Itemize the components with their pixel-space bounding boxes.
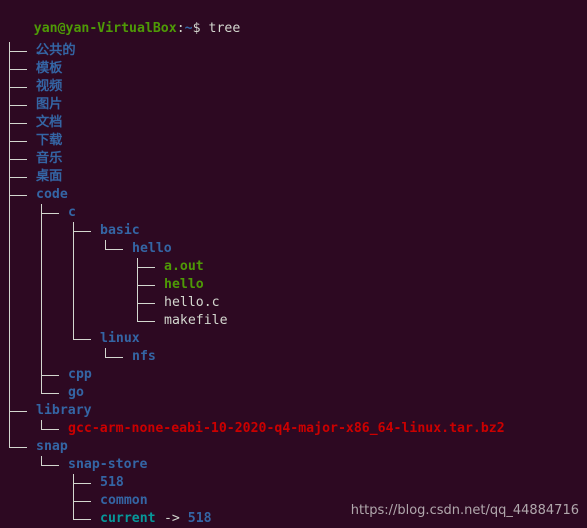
- prompt-separator: :: [176, 21, 185, 36]
- prompt-sigil: $: [192, 21, 201, 36]
- shell-prompt-line: yan@yan-VirtualBox:~$ tree: [2, 2, 241, 36]
- tree-root-line: .: [2, 24, 42, 58]
- tree-node-label[interactable]: basic: [100, 222, 140, 240]
- tree-node-label[interactable]: hello: [132, 240, 172, 258]
- symlink-target: -> 518: [156, 510, 212, 528]
- tree-vertical-line: [40, 240, 72, 258]
- symlink-arrow: ->: [156, 511, 188, 526]
- tree-vertical-line: [40, 330, 72, 348]
- tree-vertical-line: [8, 294, 40, 312]
- tree-vertical-line: [40, 276, 72, 294]
- tree-vertical-line: [8, 348, 40, 366]
- tree-node-label[interactable]: hello: [164, 276, 204, 294]
- tree-node-label[interactable]: 公共的: [36, 42, 76, 60]
- tree-node-label[interactable]: cpp: [68, 366, 92, 384]
- tree-vertical-line: [72, 276, 104, 294]
- tree-node-label[interactable]: 文档: [36, 114, 62, 132]
- tree-vertical-line: [40, 312, 72, 330]
- tree-node-label[interactable]: linux: [100, 330, 140, 348]
- prompt-command-spacer: [201, 21, 209, 36]
- tree-vertical-line: [40, 222, 72, 240]
- tree-vertical-line: [72, 312, 104, 330]
- tree-node-label[interactable]: nfs: [132, 348, 156, 366]
- tree-vertical-line: [40, 348, 72, 366]
- tree-node-label[interactable]: hello.c: [164, 294, 220, 312]
- tree-vertical-line: [72, 240, 104, 258]
- tree-node-label[interactable]: a.out: [164, 258, 204, 276]
- tree-vertical-line: [8, 204, 40, 222]
- tree-vertical-line: [8, 384, 40, 402]
- tree-node-label[interactable]: go: [68, 384, 84, 402]
- tree-vertical-line: [8, 330, 40, 348]
- tree-node-label[interactable]: library: [36, 402, 92, 420]
- tree-vertical-line: [40, 258, 72, 276]
- prompt-user-host: yan@yan-VirtualBox: [33, 21, 177, 36]
- tree-node-label[interactable]: 518: [100, 474, 124, 492]
- tree-node-label[interactable]: common: [100, 492, 148, 510]
- tree-node-label[interactable]: snap: [36, 438, 68, 456]
- tree-node-label[interactable]: 音乐: [36, 150, 62, 168]
- tree-node-label[interactable]: code: [36, 186, 68, 204]
- tree-vertical-line: [8, 258, 40, 276]
- prompt-command: tree: [208, 21, 241, 36]
- prompt-path: ~: [184, 21, 193, 36]
- tree-vertical-line: [8, 276, 40, 294]
- tree-vertical-line: [8, 420, 40, 438]
- tree-node-label[interactable]: 下载: [36, 132, 62, 150]
- terminal-window[interactable]: yan@yan-VirtualBox:~$ tree . 公共的 模板 视频 图片 文档…: [0, 0, 587, 528]
- tree-vertical-line: [72, 294, 104, 312]
- tree-node-label[interactable]: 图片: [36, 96, 62, 114]
- tree-vertical-line: [72, 258, 104, 276]
- watermark-text: https://blog.csdn.net/qq_44884716: [350, 503, 579, 518]
- tree-node-label[interactable]: c: [68, 204, 76, 222]
- tree-node-label[interactable]: 视频: [36, 78, 62, 96]
- tree-node-label[interactable]: current: [100, 510, 156, 528]
- tree-vertical-line: [8, 366, 40, 384]
- tree-node-label[interactable]: 模板: [36, 60, 62, 78]
- tree-vertical-line: [40, 294, 72, 312]
- tree-node-label[interactable]: 桌面: [36, 168, 62, 186]
- tree-node-label[interactable]: gcc-arm-none-eabi-10-2020-q4-major-x86_6…: [68, 420, 505, 438]
- tree-node-label[interactable]: snap-store: [68, 456, 147, 474]
- tree-node-label[interactable]: makefile: [164, 312, 228, 330]
- tree-vertical-line: [8, 240, 40, 258]
- tree-vertical-line: [8, 222, 40, 240]
- tree-vertical-line: [8, 312, 40, 330]
- symlink-target-label: 518: [187, 511, 212, 526]
